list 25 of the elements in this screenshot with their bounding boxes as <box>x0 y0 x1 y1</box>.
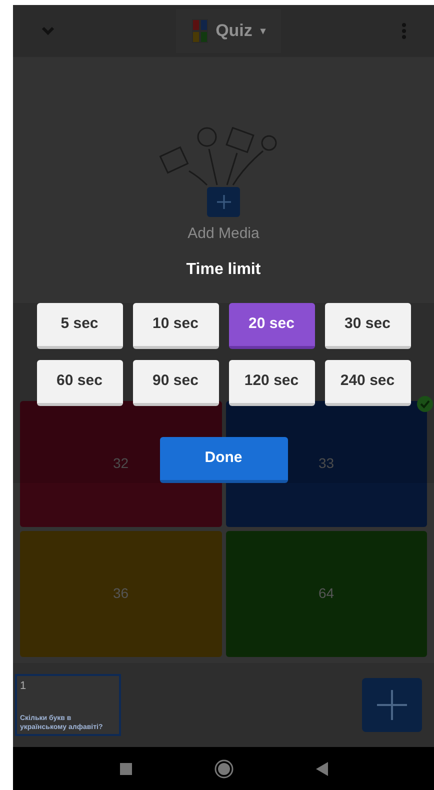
quiz-logo-icon <box>192 19 208 43</box>
answer-text: 32 <box>112 454 129 473</box>
time-option[interactable]: 20 sec <box>228 302 314 348</box>
time-option[interactable]: 10 sec <box>132 302 218 348</box>
time-option[interactable]: 90 sec <box>132 360 218 406</box>
square-icon[interactable] <box>120 763 132 775</box>
slide-number: 1 <box>20 678 28 694</box>
plus-icon <box>377 690 407 720</box>
plus-icon <box>216 195 230 209</box>
add-slide-button[interactable] <box>362 678 422 732</box>
time-option[interactable]: 240 sec <box>324 360 410 406</box>
answer-text: 64 <box>318 584 334 603</box>
add-media-button[interactable] <box>207 187 240 217</box>
time-option[interactable]: 60 sec <box>36 360 122 406</box>
check-icon <box>417 396 433 412</box>
time-option[interactable]: 120 sec <box>228 360 314 406</box>
dialog-title: Time limit <box>186 260 261 280</box>
circle-icon[interactable] <box>214 759 234 779</box>
answer-text: 36 <box>112 584 129 603</box>
time-option[interactable]: 5 sec <box>36 302 122 348</box>
back-triangle-icon[interactable] <box>316 762 328 776</box>
answer-text: 33 <box>318 454 334 473</box>
done-button[interactable]: Done <box>160 436 288 482</box>
time-option[interactable]: 30 sec <box>324 302 410 348</box>
add-media-label: Add Media <box>188 224 260 244</box>
